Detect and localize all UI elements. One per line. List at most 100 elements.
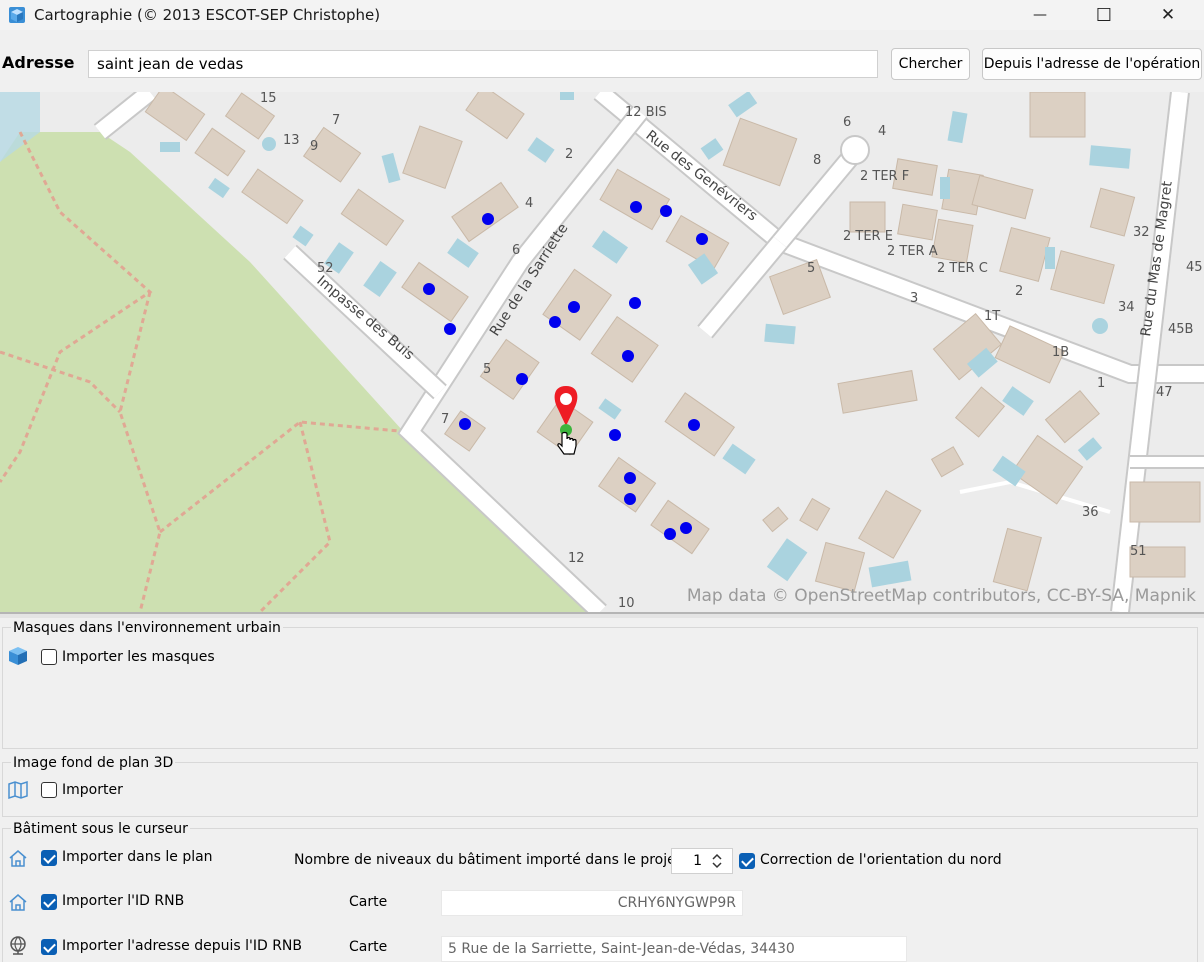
house-number: 15 xyxy=(260,92,277,106)
address-input[interactable] xyxy=(88,50,878,78)
map-attribution: Map data © OpenStreetMap contributors, C… xyxy=(686,586,1196,606)
import-masques-label: Importer les masques xyxy=(62,649,215,665)
house-number: 7 xyxy=(441,412,449,427)
building-dot xyxy=(660,205,672,217)
globe-icon xyxy=(10,936,26,955)
building-dot xyxy=(549,316,561,328)
house-number: 2 TER E xyxy=(843,229,893,244)
house-number: 34 xyxy=(1118,300,1135,315)
building-dot xyxy=(423,283,435,295)
house-number: 6 xyxy=(843,115,851,130)
rnb-id-field[interactable]: CRHY6NYGWP9R xyxy=(441,890,743,916)
building-dot xyxy=(664,528,676,540)
rnb-address-field[interactable]: 5 Rue de la Sarriette, Saint-Jean-de-Véd… xyxy=(441,936,907,962)
niveaux-spinbox[interactable]: 1 xyxy=(671,848,733,874)
house-number: 2 xyxy=(1015,284,1023,299)
building-dot xyxy=(624,493,636,505)
house-number: 51 xyxy=(1130,544,1147,559)
correction-nord-label: Correction de l'orientation du nord xyxy=(760,852,1002,868)
building-dot xyxy=(622,350,634,362)
house-number: 3 xyxy=(910,291,918,306)
house-icon xyxy=(9,850,27,867)
image-fond-group: Image fond de plan 3D Importer xyxy=(2,755,1198,817)
house-number: 7 xyxy=(332,113,340,128)
minimize-icon: — xyxy=(1033,7,1047,23)
app-cube-icon xyxy=(9,7,25,23)
spinner-arrows-icon[interactable] xyxy=(710,852,724,870)
house-number: 13 xyxy=(283,133,300,148)
building-dot xyxy=(688,419,700,431)
import-plan-label: Importer dans le plan xyxy=(62,849,213,865)
house-number: 32 xyxy=(1133,225,1150,240)
import-rnb-checkbox[interactable] xyxy=(41,894,57,910)
cube-icon xyxy=(9,647,27,665)
building-dot xyxy=(680,522,692,534)
house-number: 5 xyxy=(807,261,815,276)
close-icon: ✕ xyxy=(1160,5,1176,25)
building-dot xyxy=(482,213,494,225)
correction-nord-checkbox[interactable] xyxy=(739,853,755,869)
building-dot xyxy=(444,323,456,335)
house-number: 5 xyxy=(483,362,491,377)
house-number: 2 xyxy=(565,147,573,162)
house-number: 12 BIS xyxy=(625,105,667,120)
house-number: 45B xyxy=(1168,322,1193,337)
import-addr-checkbox[interactable] xyxy=(41,939,57,955)
from-operation-address-button[interactable]: Depuis l'adresse de l'opération xyxy=(982,48,1202,80)
house-number: 9 xyxy=(310,139,318,154)
image-fond-group-title: Image fond de plan 3D xyxy=(11,755,176,771)
house-number: 36 xyxy=(1082,505,1099,520)
house-number: 1T xyxy=(984,309,1000,324)
import-image-fond-checkbox[interactable] xyxy=(41,782,57,798)
carte-label: Carte xyxy=(349,894,388,910)
building-dot xyxy=(609,429,621,441)
import-addr-label: Importer l'adresse depuis l'ID RNB xyxy=(62,938,302,954)
house-number: 52 xyxy=(317,261,334,276)
import-plan-checkbox[interactable] xyxy=(41,850,57,866)
house-number: 2 TER F xyxy=(860,169,909,184)
house-number: 47 xyxy=(1156,385,1173,400)
address-toolbar: Adresse Chercher Depuis l'adresse de l'o… xyxy=(0,38,1204,92)
house-number: 2 TER C xyxy=(937,261,988,276)
building-dot xyxy=(459,418,471,430)
search-button[interactable]: Chercher xyxy=(891,48,970,80)
batiment-group-title: Bâtiment sous le curseur xyxy=(11,821,190,837)
map-view[interactable]: Rue des Genévriers Rue de la Sarriette I… xyxy=(0,92,1204,612)
niveaux-label: Nombre de niveaux du bâtiment importé da… xyxy=(294,852,682,868)
maximize-button[interactable]: ☐ xyxy=(1074,0,1134,30)
title-bar: Cartographie (© 2013 ESCOT-SEP Christoph… xyxy=(0,0,1204,30)
niveaux-value: 1 xyxy=(693,853,702,869)
maximize-icon: ☐ xyxy=(1095,4,1113,26)
house-number: 6 xyxy=(512,243,520,258)
house-number: 10 xyxy=(618,596,635,611)
building-dot xyxy=(629,297,641,309)
carte-label-2: Carte xyxy=(349,939,388,955)
splitter[interactable] xyxy=(0,612,1204,618)
minimize-button[interactable]: — xyxy=(1010,0,1070,30)
house-number: 1 xyxy=(1097,376,1105,391)
import-rnb-label: Importer l'ID RNB xyxy=(62,893,185,909)
building-dot xyxy=(568,301,580,313)
house-icon xyxy=(9,894,27,911)
batiment-group: Bâtiment sous le curseur Importer dans l… xyxy=(2,821,1198,962)
import-image-fond-label: Importer xyxy=(62,782,123,798)
masques-group-title: Masques dans l'environnement urbain xyxy=(11,620,283,636)
house-number: 1B xyxy=(1052,345,1069,360)
address-label: Adresse xyxy=(2,53,75,72)
building-dot xyxy=(696,233,708,245)
house-number: 2 TER A xyxy=(887,244,938,259)
map-fold-icon xyxy=(8,780,28,800)
window-title: Cartographie (© 2013 ESCOT-SEP Christoph… xyxy=(34,6,381,24)
house-number: 4 xyxy=(878,124,886,139)
house-number: 45 xyxy=(1186,260,1203,275)
masques-group: Masques dans l'environnement urbain Impo… xyxy=(2,620,1198,749)
house-number: 4 xyxy=(525,196,533,211)
close-button[interactable]: ✕ xyxy=(1138,0,1198,30)
map-tiles: Rue des Genévriers Rue de la Sarriette I… xyxy=(0,92,1204,612)
building-dot xyxy=(516,373,528,385)
house-number: 8 xyxy=(813,153,821,168)
house-number: 12 xyxy=(568,551,585,566)
building-dot xyxy=(630,201,642,213)
import-masques-checkbox[interactable] xyxy=(41,649,57,665)
building-dot xyxy=(624,472,636,484)
